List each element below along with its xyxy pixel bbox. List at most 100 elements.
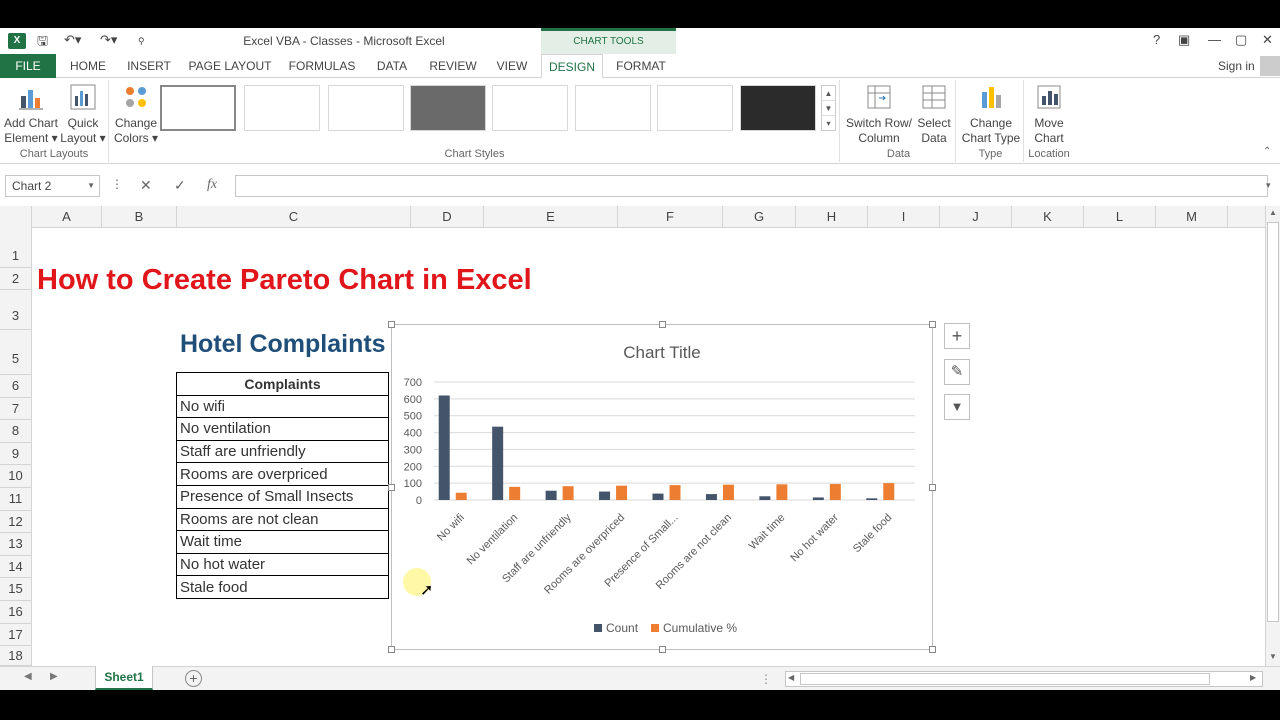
- tab-split-handle-icon[interactable]: ⋮: [760, 672, 772, 686]
- complaint-cell[interactable]: Presence of Small Insects: [176, 484, 389, 509]
- row-header-2[interactable]: 2: [0, 268, 32, 290]
- chart-style-4[interactable]: [410, 85, 486, 131]
- horizontal-scroll-thumb[interactable]: [800, 673, 1210, 685]
- resize-handle-nw[interactable]: [388, 321, 395, 328]
- tab-data[interactable]: DATA: [368, 54, 416, 78]
- ribbon-display-options-icon[interactable]: ▣: [1178, 32, 1190, 48]
- resize-handle-e[interactable]: [929, 484, 936, 491]
- chart-area[interactable]: Chart Title 0 100 200 300 400 500 600 700 No wifi…: [388, 321, 936, 653]
- row-header-17[interactable]: 17: [0, 623, 32, 647]
- tab-format[interactable]: FORMAT: [608, 54, 674, 78]
- tab-file[interactable]: FILE: [0, 54, 56, 78]
- tab-formulas[interactable]: FORMULAS: [284, 54, 360, 78]
- complaint-cell[interactable]: No ventilation: [176, 417, 389, 441]
- row-header-9[interactable]: 9: [0, 442, 32, 466]
- row-header-10[interactable]: 10: [0, 465, 32, 488]
- expand-formula-bar-icon[interactable]: ▾: [1266, 180, 1271, 191]
- vertical-scroll-thumb[interactable]: [1267, 222, 1279, 622]
- tab-insert[interactable]: INSERT: [120, 54, 178, 78]
- row-header-11[interactable]: 11: [0, 488, 32, 511]
- row-header-16[interactable]: 16: [0, 601, 32, 624]
- tab-home[interactable]: HOME: [62, 54, 114, 78]
- tab-design[interactable]: DESIGN: [541, 54, 603, 79]
- scroll-left-icon[interactable]: ◀: [788, 673, 794, 682]
- complaint-cell[interactable]: Wait time: [176, 530, 389, 554]
- row-header-6[interactable]: 6: [0, 375, 32, 398]
- chart-elements-button[interactable]: +: [944, 323, 970, 349]
- switch-row-column-button[interactable]: Switch Row/ Column: [844, 82, 914, 146]
- horizontal-scrollbar[interactable]: ◀ ▶: [785, 671, 1263, 687]
- table-title[interactable]: Hotel Complaints: [180, 330, 386, 359]
- close-icon[interactable]: ✕: [1262, 32, 1273, 48]
- column-header-f[interactable]: F: [618, 206, 723, 228]
- enter-icon[interactable]: ✓: [174, 177, 186, 194]
- column-header-k[interactable]: K: [1012, 206, 1084, 228]
- row-header-14[interactable]: 14: [0, 555, 32, 579]
- column-header-m[interactable]: M: [1156, 206, 1228, 228]
- row-header-3[interactable]: 3: [0, 290, 32, 330]
- complaints-header-cell[interactable]: Complaints: [176, 372, 389, 396]
- next-sheet-icon[interactable]: ▶: [50, 671, 58, 682]
- row-header-1[interactable]: 1: [0, 228, 32, 268]
- resize-handle-ne[interactable]: [929, 321, 936, 328]
- chevron-down-icon[interactable]: ▼: [87, 176, 95, 196]
- row-header-8[interactable]: 8: [0, 420, 32, 443]
- select-all-corner[interactable]: [0, 206, 32, 228]
- scroll-up-icon[interactable]: ▲: [1269, 208, 1277, 217]
- help-icon[interactable]: ?: [1153, 32, 1160, 47]
- complaint-cell[interactable]: Rooms are not clean: [176, 507, 389, 532]
- chart-style-7[interactable]: [657, 85, 733, 131]
- row-header-12[interactable]: 12: [0, 510, 32, 534]
- sheet-title[interactable]: How to Create Pareto Chart in Excel: [37, 264, 532, 297]
- formula-input[interactable]: [235, 175, 1268, 197]
- prev-sheet-icon[interactable]: ◀: [24, 671, 32, 682]
- avatar[interactable]: [1260, 56, 1280, 76]
- column-header-i[interactable]: I: [868, 206, 940, 228]
- column-header-j[interactable]: J: [940, 206, 1012, 228]
- gallery-down-icon[interactable]: ▼: [822, 101, 835, 116]
- row-header-5[interactable]: 5: [0, 330, 32, 375]
- chart-style-6[interactable]: [575, 85, 651, 131]
- chart-style-2[interactable]: [244, 85, 320, 131]
- tab-review[interactable]: REVIEW: [424, 54, 482, 78]
- row-header-13[interactable]: 13: [0, 533, 32, 556]
- column-header-c[interactable]: C: [177, 206, 411, 228]
- tab-page-layout[interactable]: PAGE LAYOUT: [186, 54, 274, 78]
- complaint-cell[interactable]: Rooms are overpriced: [176, 462, 389, 486]
- column-header-b[interactable]: B: [102, 206, 177, 228]
- chart-style-1[interactable]: [160, 85, 236, 131]
- collapse-ribbon-icon[interactable]: ⌃: [1263, 146, 1271, 157]
- add-sheet-icon[interactable]: +: [185, 670, 202, 687]
- complaint-cell[interactable]: Stale food: [176, 575, 389, 599]
- gallery-up-icon[interactable]: ▲: [822, 86, 835, 101]
- column-header-a[interactable]: A: [32, 206, 102, 228]
- column-header-e[interactable]: E: [484, 206, 618, 228]
- restore-icon[interactable]: ▢: [1235, 32, 1247, 48]
- sheet-tab-sheet1[interactable]: Sheet1: [95, 666, 153, 690]
- cancel-icon[interactable]: ✕: [140, 177, 152, 194]
- style-gallery-scroll[interactable]: ▲ ▼ ▾: [821, 85, 836, 131]
- chart-style-5[interactable]: [492, 85, 568, 131]
- name-box[interactable]: Chart 2 ▼: [5, 175, 100, 197]
- chart-style-8[interactable]: [740, 85, 816, 131]
- chart-styles-brush-button[interactable]: ✎: [944, 359, 970, 385]
- move-chart-button[interactable]: Move Chart: [1028, 82, 1070, 146]
- scroll-down-icon[interactable]: ▼: [1269, 652, 1277, 661]
- select-data-button[interactable]: Select Data: [914, 82, 954, 146]
- add-chart-element-button[interactable]: Add Chart Element ▾: [2, 82, 60, 146]
- vertical-scrollbar[interactable]: ▲ ▼: [1265, 206, 1280, 666]
- complaint-cell[interactable]: No hot water: [176, 552, 389, 577]
- minimize-icon[interactable]: —: [1208, 32, 1221, 47]
- column-header-l[interactable]: L: [1084, 206, 1156, 228]
- gallery-more-icon[interactable]: ▾: [822, 116, 835, 131]
- row-header-7[interactable]: 7: [0, 397, 32, 421]
- complaint-cell[interactable]: No wifi: [176, 394, 389, 419]
- scroll-right-icon[interactable]: ▶: [1250, 673, 1256, 682]
- more-options-icon[interactable]: ⋮: [111, 177, 123, 191]
- resize-handle-s[interactable]: [659, 646, 666, 653]
- insert-function-icon[interactable]: fx: [207, 177, 217, 193]
- quick-layout-button[interactable]: Quick Layout ▾: [60, 82, 106, 146]
- resize-handle-n[interactable]: [659, 321, 666, 328]
- worksheet-grid[interactable]: A B C D E F G H I J K L M 1 2 3 5 6 7 8 …: [0, 206, 1265, 666]
- change-colors-button[interactable]: Change Colors ▾: [112, 82, 160, 146]
